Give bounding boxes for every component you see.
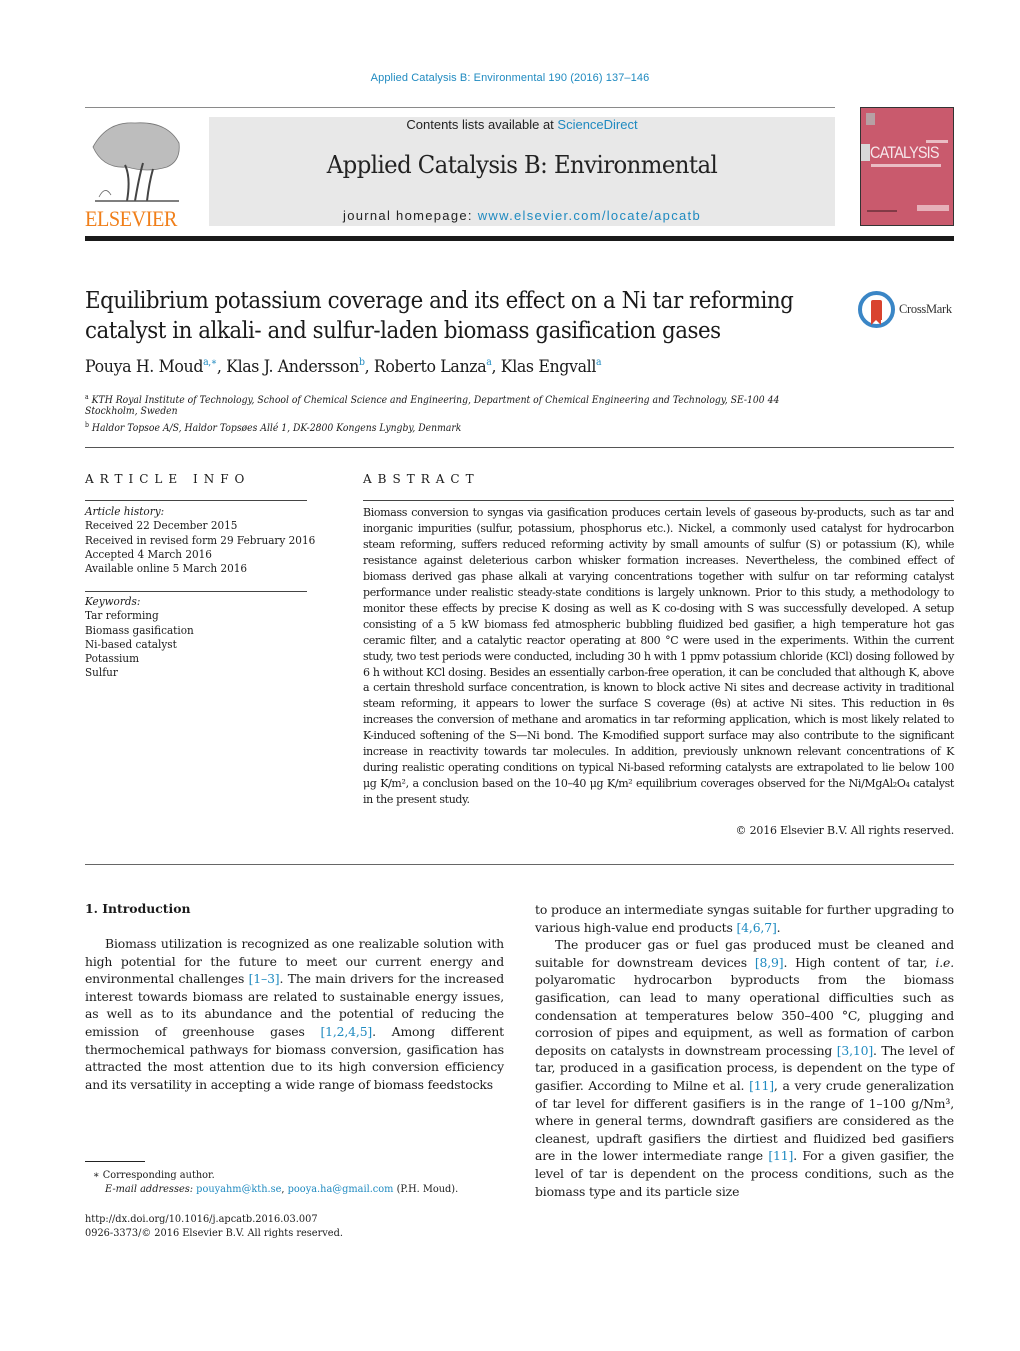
abstract-end-rule <box>85 864 954 865</box>
keyword: Sulfur <box>85 666 118 680</box>
keywords-rule <box>85 591 307 592</box>
author-name[interactable]: Klas J. Andersson <box>226 357 359 377</box>
paper-title: Equilibrium potassium coverage and its e… <box>85 288 794 344</box>
history-revised: Received in revised form 29 February 201… <box>85 533 316 547</box>
section-heading-introduction: 1. Introduction <box>85 901 191 916</box>
cover-decoration <box>871 164 941 167</box>
crossmark-icon <box>858 291 895 328</box>
citation-link[interactable]: [11] <box>768 1148 793 1163</box>
homepage-prefix: journal homepage: <box>343 208 478 223</box>
email-owner: (P.H. Moud). <box>393 1183 459 1195</box>
keyword: Tar reforming <box>85 609 159 623</box>
journal-reference[interactable]: Applied Catalysis B: Environmental 190 (… <box>0 72 1020 84</box>
cover-title: CATALYSIS <box>870 143 939 162</box>
corresponding-author-note: ∗ Corresponding author. <box>93 1169 215 1181</box>
abstract-text: Biomass conversion to syngas via gasific… <box>363 506 954 807</box>
affiliation-text: Haldor Topsoe A/S, Haldor Topsøes Allé 1… <box>91 422 462 434</box>
affiliation-mark: b <box>85 421 89 429</box>
crossmark-label: CrossMark <box>899 302 952 316</box>
elsevier-wordmark: ELSEVIER <box>85 206 177 231</box>
doi-link[interactable]: http://dx.doi.org/10.1016/j.apcatb.2016.… <box>85 1212 318 1226</box>
body-text: . High content of tar, <box>783 954 936 970</box>
keyword: Ni-based catalyst <box>85 637 177 651</box>
article-info-heading: ARTICLE INFO <box>85 472 251 486</box>
author-name[interactable]: Klas Engvall <box>501 357 597 377</box>
email-label: E-mail addresses: <box>105 1183 194 1195</box>
intro-paragraph: The producer gas or fuel gas produced mu… <box>535 936 954 1200</box>
contents-prefix: Contents lists available at <box>406 117 558 132</box>
journal-cover-thumbnail[interactable]: CATALYSIS <box>860 107 954 226</box>
header-thick-rule <box>85 236 954 241</box>
author-affiliation-mark[interactable]: a <box>596 357 602 368</box>
author-name[interactable]: Pouya H. Moud <box>85 357 203 377</box>
cover-decoration <box>867 210 897 212</box>
journal-homepage-link[interactable]: www.elsevier.com/locate/apcatb <box>478 208 701 223</box>
email-link[interactable]: pouyahm@kth.se <box>196 1183 281 1195</box>
affiliation-rule <box>85 447 954 448</box>
keyword: Biomass gasification <box>85 623 194 637</box>
author-list: Pouya H. Mouda,∗, Klas J. Anderssonb, Ro… <box>85 357 602 377</box>
citation-link[interactable]: [8,9] <box>755 955 784 970</box>
abstract-heading: ABSTRACT <box>363 472 480 486</box>
elsevier-tree-icon <box>92 122 180 202</box>
author-affiliation-mark[interactable]: a,∗ <box>203 357 217 368</box>
intro-paragraph: Biomass utilization is recognized as one… <box>85 935 504 1093</box>
keywords: Keywords: Tar reforming Biomass gasifica… <box>85 595 194 681</box>
crossmark-badge[interactable]: CrossMark <box>858 291 958 331</box>
article-info-rule <box>85 500 307 501</box>
body-text: . <box>776 919 781 935</box>
affiliation-b: b Haldor Topsoe A/S, Haldor Topsøes Allé… <box>85 418 461 435</box>
footnote-rule <box>85 1161 145 1162</box>
article-history-label: Article history: <box>85 505 165 518</box>
body-column-left: Biomass utilization is recognized as one… <box>85 935 504 1093</box>
cover-logo-icon <box>866 113 875 125</box>
author-name[interactable]: Roberto Lanza <box>374 357 487 377</box>
cover-decoration <box>861 144 870 161</box>
affiliation-text: KTH Royal Institute of Technology, Schoo… <box>91 394 780 406</box>
journal-banner: Contents lists available at ScienceDirec… <box>209 117 835 226</box>
affiliation-a-line2: Stockholm, Sweden <box>85 405 178 417</box>
sciencedirect-link[interactable]: ScienceDirect <box>557 117 637 132</box>
email-link[interactable]: pooya.ha@gmail.com <box>288 1183 394 1195</box>
cover-decoration <box>917 205 949 211</box>
journal-homepage-line: journal homepage: www.elsevier.com/locat… <box>209 208 835 223</box>
elsevier-logo[interactable]: ELSEVIER <box>85 117 185 231</box>
keyword: Potassium <box>85 652 140 666</box>
citation-link[interactable]: [1–3] <box>249 971 280 986</box>
issn-copyright: 0926-3373/© 2016 Elsevier B.V. All right… <box>85 1227 343 1239</box>
citation-link[interactable]: [1,2,4,5] <box>320 1024 372 1039</box>
history-received: Received 22 December 2015 <box>85 519 238 533</box>
intro-paragraph-continued: to produce an intermediate syngas suitab… <box>535 901 954 936</box>
citation-link[interactable]: [3,10] <box>837 1043 874 1058</box>
article-history: Article history: Received 22 December 20… <box>85 505 315 576</box>
abstract-copyright: © 2016 Elsevier B.V. All rights reserved… <box>735 824 955 837</box>
contents-line: Contents lists available at ScienceDirec… <box>209 117 835 132</box>
body-column-right: to produce an intermediate syngas suitab… <box>535 901 954 1200</box>
header-top-rule <box>85 107 835 108</box>
email-addresses: E-mail addresses: pouyahm@kth.se, pooya.… <box>105 1183 459 1195</box>
citation-link[interactable]: [11] <box>749 1078 774 1093</box>
journal-name: Applied Catalysis B: Environmental <box>326 151 718 179</box>
affiliation-a: a KTH Royal Institute of Technology, Sch… <box>85 390 779 407</box>
history-online: Available online 5 March 2016 <box>85 562 248 576</box>
citation-link[interactable]: [4,6,7] <box>736 920 776 935</box>
italic-text: i.e. <box>935 954 954 970</box>
affiliation-mark: a <box>85 393 89 401</box>
history-accepted: Accepted 4 March 2016 <box>85 547 212 561</box>
author-affiliation-mark[interactable]: a <box>486 357 492 368</box>
author-affiliation-mark[interactable]: b <box>359 357 365 368</box>
abstract-rule <box>363 500 954 501</box>
keywords-label: Keywords: <box>85 595 141 608</box>
